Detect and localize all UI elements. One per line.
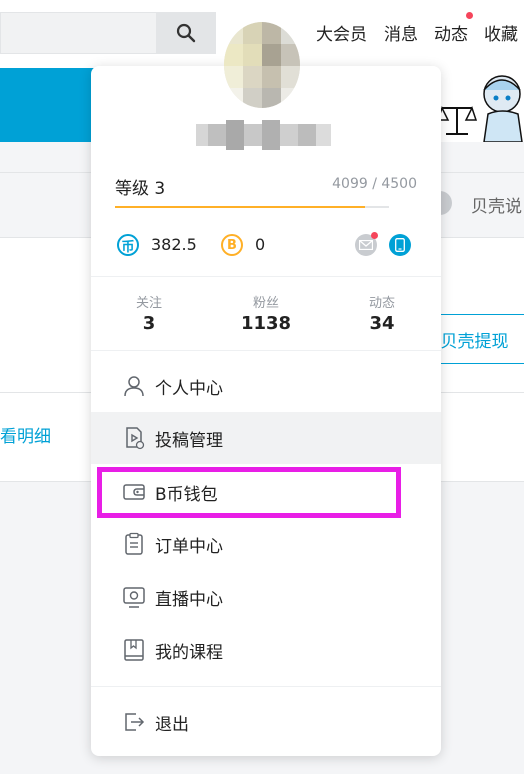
- menu-item-orders[interactable]: 订单中心: [91, 518, 441, 570]
- level-progress-bar: [115, 206, 389, 208]
- avatar[interactable]: [224, 22, 300, 108]
- withdraw-label: 贝壳提现: [440, 331, 509, 352]
- coin-icon: 币: [117, 234, 139, 256]
- search-input[interactable]: [0, 12, 158, 54]
- user-dropdown-panel: 等级 3 4099 / 4500 币 382.5 B 0 关注 3 粉丝 113…: [91, 66, 441, 756]
- wallet-icon: [121, 479, 147, 505]
- stat-following[interactable]: 关注 3: [109, 292, 189, 334]
- divider: [91, 350, 441, 351]
- level-progress-text: 4099 / 4500: [332, 176, 417, 192]
- course-icon: [121, 637, 147, 663]
- notification-dot: [466, 12, 473, 19]
- b-coin-balance: 0: [255, 235, 266, 254]
- menu-item-wallet[interactable]: B币钱包: [91, 466, 441, 518]
- user-icon: [121, 373, 147, 399]
- search-icon: [176, 23, 196, 43]
- email-alert-dot: [371, 232, 378, 239]
- stat-label: 粉丝: [252, 296, 279, 311]
- menu-item-profile[interactable]: 个人中心: [91, 360, 441, 412]
- level-progress-fill: [115, 206, 365, 208]
- nav-favorites[interactable]: 收藏: [484, 20, 518, 45]
- coin-balance: 382.5: [151, 235, 197, 254]
- stat-value: 1138: [240, 313, 292, 334]
- stat-label: 动态: [368, 296, 395, 311]
- menu-label: 我的课程: [155, 642, 223, 663]
- menu-item-courses[interactable]: 我的课程: [91, 624, 441, 676]
- menu-label: B币钱包: [155, 484, 218, 505]
- nav-messages[interactable]: 消息: [384, 20, 418, 45]
- nav-vip[interactable]: 大会员: [316, 20, 367, 45]
- stat-followers[interactable]: 粉丝 1138: [226, 292, 306, 334]
- menu-label: 个人中心: [155, 378, 223, 399]
- menu-label: 退出: [155, 714, 189, 735]
- menu-label: 投稿管理: [155, 430, 223, 451]
- stat-value: 34: [369, 313, 395, 334]
- logout-button[interactable]: 退出: [91, 696, 441, 748]
- divider: [91, 686, 441, 687]
- username: [196, 120, 331, 150]
- menu-item-uploads[interactable]: 投稿管理: [91, 412, 441, 464]
- b-coin-icon: B: [221, 234, 243, 256]
- shell-label: 贝壳说: [471, 197, 522, 217]
- menu-item-live[interactable]: 直播中心: [91, 571, 441, 623]
- logout-icon: [121, 709, 147, 735]
- menu-label: 订单中心: [155, 536, 223, 557]
- stat-dynamics[interactable]: 动态 34: [342, 292, 422, 334]
- divider: [91, 276, 441, 277]
- phone-verify-icon[interactable]: [389, 234, 411, 256]
- view-details-link[interactable]: 看明细: [0, 422, 51, 447]
- currency-row: 币 382.5 B 0: [115, 232, 417, 260]
- banner-mascot-image: [436, 68, 524, 143]
- order-icon: [121, 531, 147, 557]
- stat-label: 关注: [135, 296, 162, 311]
- stat-value: 3: [142, 313, 156, 334]
- nav-dynamics[interactable]: 动态: [434, 20, 468, 45]
- live-icon: [121, 584, 147, 610]
- menu-label: 直播中心: [155, 589, 223, 610]
- upload-icon: [121, 425, 147, 451]
- search-button[interactable]: [156, 12, 216, 54]
- level-label: 等级 3: [115, 179, 166, 199]
